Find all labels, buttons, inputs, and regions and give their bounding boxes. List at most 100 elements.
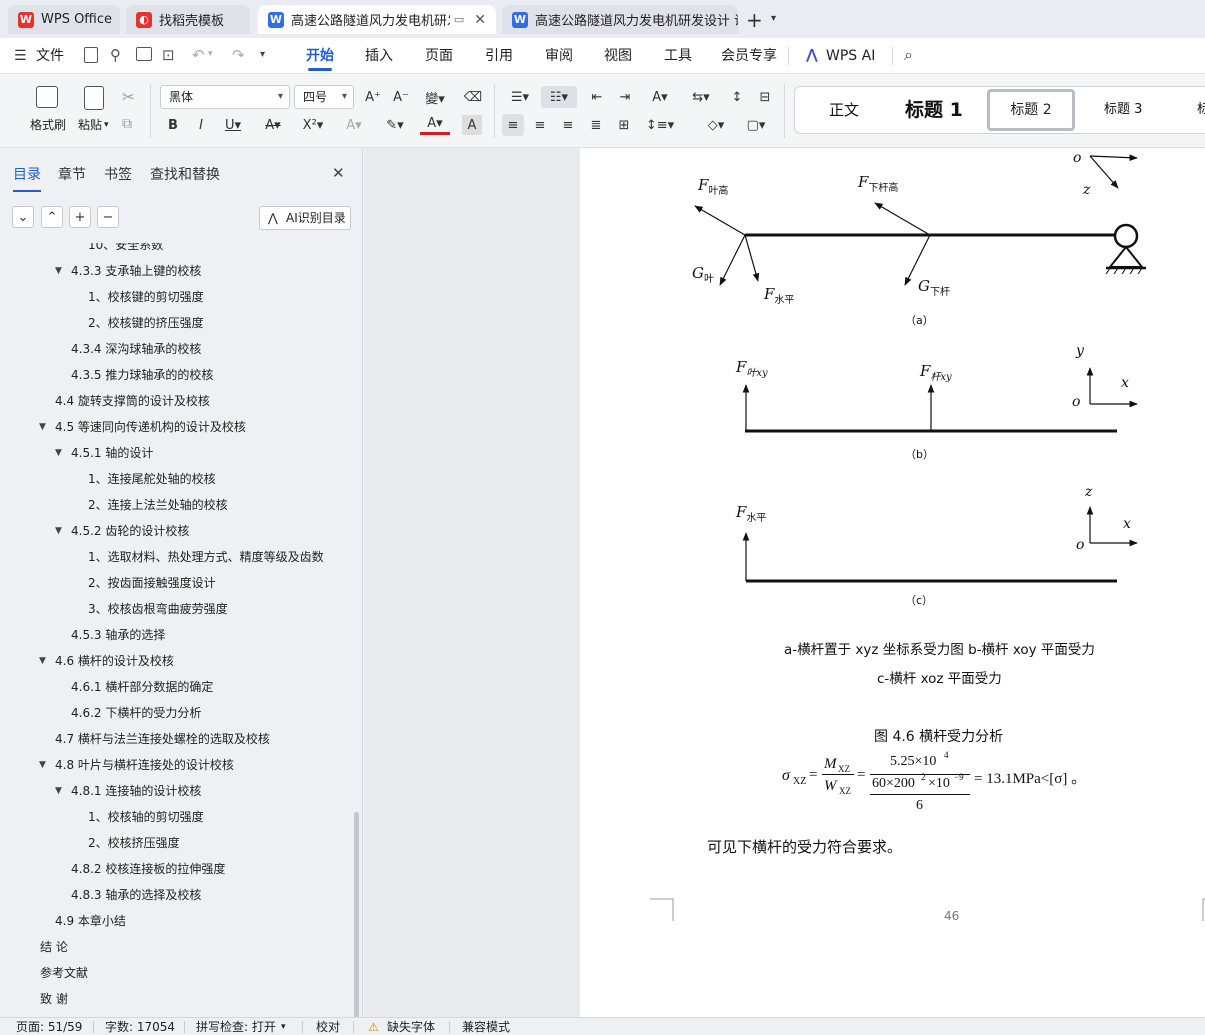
toc-item[interactable]: 4.9 本章小结 (0, 908, 352, 934)
tab-list-chevron-icon[interactable]: ▾ (771, 13, 776, 24)
tab-document-active[interactable]: W 高速公路隧道风力发电机研发 ▭ ✕ (258, 5, 496, 34)
toc-item[interactable]: 10、安全系数 (0, 243, 352, 258)
close-pane-icon[interactable]: ✕ (332, 164, 345, 182)
justify-icon[interactable]: ≣ (586, 115, 606, 135)
phonetic-guide-icon[interactable]: 變▾ (420, 87, 450, 107)
char-scale-icon[interactable]: A▾ (645, 87, 675, 107)
toc-item[interactable]: 4.6.2 下横杆的受力分析 (0, 700, 352, 726)
align-left-icon[interactable]: ≡ (502, 114, 524, 136)
search-icon[interactable]: ⌕ (904, 45, 913, 65)
menu-view[interactable]: 视图 (604, 38, 632, 74)
line-spacing-icon[interactable]: ↕≡▾ (644, 115, 676, 135)
redo-icon[interactable]: ↷ (232, 46, 245, 64)
grow-font-icon[interactable]: A⁺ (362, 87, 384, 107)
tab-template[interactable]: ◐ 找稻壳模板 (126, 5, 250, 34)
expand-toggle-icon[interactable]: ▼ (55, 778, 62, 804)
remove-heading-icon[interactable]: − (97, 206, 119, 228)
document-page[interactable]: F叶高 G叶 F水平 F下杆高 G下杆 o z （a） F叶xy F杆xy y … (580, 148, 1205, 1017)
menu-wps-ai[interactable]: WPS AI (826, 38, 875, 74)
tab-wps-office[interactable]: W WPS Office (8, 5, 120, 34)
status-spell-check[interactable]: 拼写检查: 打开 (196, 1018, 276, 1035)
toc-item[interactable]: ▼ 4.8.1 连接轴的设计校核 (0, 778, 352, 804)
add-heading-icon[interactable]: + (69, 206, 91, 228)
toc-item[interactable]: 4.7 横杆与法兰连接处螺栓的选取及校核 (0, 726, 352, 752)
toc-item[interactable]: 结 论 (0, 934, 352, 960)
cut-icon[interactable]: ✂ (122, 88, 135, 106)
menu-file[interactable]: 文件 (36, 38, 64, 74)
more-chevron-icon[interactable]: ▾ (260, 49, 265, 60)
toc-item[interactable]: 1、选取材料、热处理方式、精度等级及齿数 (0, 544, 352, 570)
menu-page[interactable]: 页面 (425, 38, 453, 74)
hamburger-icon[interactable]: ☰ (14, 48, 27, 64)
toc-item[interactable]: 4.4 旋转支撑筒的设计及校核 (0, 388, 352, 414)
toc-item[interactable]: 1、校核键的剪切强度 (0, 284, 352, 310)
ai-toc-button[interactable]: ⋀ AI识别目录 (259, 206, 351, 230)
increase-indent-icon[interactable]: ⇥ (615, 87, 635, 107)
close-tab-icon[interactable]: ✕ (474, 12, 486, 28)
expand-toggle-icon[interactable]: ▼ (39, 648, 46, 674)
underline-icon[interactable]: U▾ (220, 115, 246, 135)
copy-icon[interactable]: ⧉ (122, 116, 132, 132)
menu-member[interactable]: 会员专享 (721, 38, 777, 74)
toc-item[interactable]: 4.3.5 推力球轴承的的校核 (0, 362, 352, 388)
highlight-icon[interactable]: ✎▾ (380, 115, 410, 135)
show-marks-icon[interactable]: ⊟ (755, 87, 775, 107)
style-more[interactable]: 标 (1197, 87, 1205, 133)
shrink-font-icon[interactable]: A⁻ (390, 87, 412, 107)
status-compat-mode[interactable]: 兼容模式 (462, 1018, 510, 1035)
font-family-select[interactable]: 黑体 ▾ (160, 85, 290, 109)
align-right-icon[interactable]: ≡ (558, 115, 578, 135)
strikethrough-icon[interactable]: A▾ (260, 115, 286, 135)
toc-item[interactable]: ▼ 4.5 等速同向传递机构的设计及校核 (0, 414, 352, 440)
style-normal[interactable]: 正文 (829, 87, 859, 133)
toc-item[interactable]: 4.3.4 深沟球轴承的校核 (0, 336, 352, 362)
expand-toggle-icon[interactable]: ▼ (39, 414, 46, 440)
toc-item[interactable]: 致 谢 (0, 986, 352, 1012)
style-heading-2[interactable]: 标题 2 (987, 89, 1075, 131)
undo-icon[interactable]: ↶ (192, 46, 205, 64)
superscript-icon[interactable]: X²▾ (300, 115, 326, 135)
paste-label[interactable]: 粘贴 (78, 116, 102, 133)
toc-item[interactable]: 4.8.2 校核连接板的拉伸强度 (0, 856, 352, 882)
tab-sections[interactable]: 章节 (58, 164, 86, 184)
expand-toggle-icon[interactable]: ▼ (55, 258, 62, 284)
toc-item[interactable]: 4.5.3 轴承的选择 (0, 622, 352, 648)
new-tab-button[interactable]: + (746, 8, 763, 32)
borders-icon[interactable]: ▢▾ (740, 115, 772, 135)
paste-dropdown-icon[interactable]: ▾ (104, 120, 109, 130)
toc-item[interactable]: 1、连接尾舵处轴的校核 (0, 466, 352, 492)
status-word-count[interactable]: 字数: 17054 (105, 1018, 175, 1035)
toc-item[interactable]: 4.8.3 轴承的选择及校核 (0, 882, 352, 908)
toc-item[interactable]: 2、校核键的挤压强度 (0, 310, 352, 336)
align-center-icon[interactable]: ≡ (530, 115, 550, 135)
style-heading-3[interactable]: 标题 3 (1104, 87, 1142, 133)
toc-item[interactable]: ▼ 4.8 叶片与横杆连接处的设计校核 (0, 752, 352, 778)
expand-toggle-icon[interactable]: ▼ (55, 518, 62, 544)
shading-icon[interactable]: ◇▾ (700, 115, 732, 135)
numbered-list-icon[interactable]: ☷▾ (541, 86, 577, 108)
format-painter-label[interactable]: 格式刷 (30, 116, 66, 133)
paste-icon[interactable] (84, 86, 104, 110)
tab-toc[interactable]: 目录 (13, 164, 41, 192)
toc-item[interactable]: ▼ 4.3.3 支承轴上键的校核 (0, 258, 352, 284)
distribute-icon[interactable]: ⊞ (614, 115, 634, 135)
status-missing-font[interactable]: 缺失字体 (387, 1018, 435, 1035)
toc-item[interactable]: 2、按齿面接触强度设计 (0, 570, 352, 596)
collapse-down-icon[interactable]: ⌄ (12, 206, 34, 228)
status-proofread[interactable]: 校对 (316, 1018, 340, 1035)
wps-ai-icon[interactable]: ⋀ (806, 47, 818, 63)
toc-item[interactable]: 1、校核轴的剪切强度 (0, 804, 352, 830)
char-shading-icon[interactable]: A (462, 115, 482, 135)
menu-references[interactable]: 引用 (485, 38, 513, 74)
tab-find-replace[interactable]: 查找和替换 (150, 164, 220, 184)
toc-item[interactable]: ▼ 4.5.1 轴的设计 (0, 440, 352, 466)
decrease-indent-icon[interactable]: ⇤ (587, 87, 607, 107)
undo-dropdown-icon[interactable]: ▾ (208, 49, 213, 59)
italic-icon[interactable]: I (192, 115, 210, 135)
save-icon[interactable] (84, 47, 98, 63)
tab-bookmarks[interactable]: 书签 (104, 164, 132, 184)
print-icon[interactable] (136, 47, 152, 61)
print-preview-icon[interactable]: ⊡ (162, 46, 175, 64)
toc-item[interactable]: 2、校核挤压强度 (0, 830, 352, 856)
menu-home[interactable]: 开始 (306, 38, 334, 74)
